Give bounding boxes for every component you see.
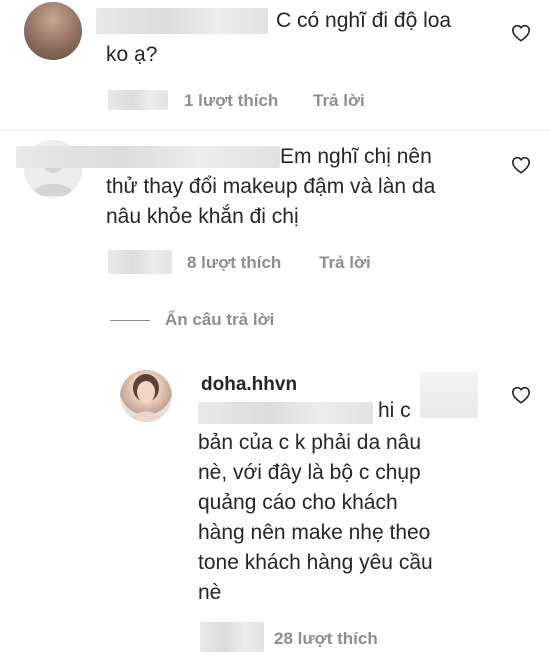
reply-button[interactable]: Trả lời	[319, 253, 371, 273]
heart-outline-icon[interactable]	[511, 24, 531, 42]
blurred-username	[96, 8, 268, 34]
reply-line: bản của c k phải da nâu	[198, 431, 422, 454]
reply-line: hàng nên make nhẹ theo	[198, 521, 431, 544]
avatar[interactable]	[120, 370, 172, 422]
reply-line: quảng cáo cho khách	[198, 491, 398, 514]
reply-button[interactable]: Trả lời	[313, 91, 365, 111]
like-count[interactable]: 1 lượt thích	[184, 91, 278, 111]
comment-text: thử thay đổi makeup đậm và làn da	[106, 175, 436, 198]
blurred-time	[200, 622, 264, 652]
username[interactable]: doha.hhvn	[201, 374, 297, 396]
reply-line: nè, với đây là bộ c chụp	[198, 461, 421, 484]
divider	[0, 130, 550, 131]
heart-outline-icon[interactable]	[511, 386, 531, 404]
like-count[interactable]: 8 lượt thích	[187, 253, 281, 273]
hide-replies-line	[110, 320, 150, 321]
blurred-mention	[198, 402, 373, 424]
reply-line: tone khách hàng yêu cầu	[198, 551, 433, 574]
comment-text: C có nghĩ đi độ loa	[276, 9, 452, 32]
blurred-text	[420, 372, 478, 418]
heart-outline-icon[interactable]	[511, 156, 531, 174]
blurred-username	[16, 146, 280, 168]
comment-text: Em nghĩ chị nên	[280, 145, 432, 168]
like-count[interactable]: 28 lượt thích	[274, 629, 378, 649]
blurred-time	[108, 90, 168, 110]
reply-line: nè	[198, 581, 222, 604]
avatar[interactable]	[24, 2, 82, 60]
profile-photo	[130, 374, 162, 422]
comment-text: nâu khỏe khắn đi chị	[106, 205, 299, 228]
mention-tail: hi c	[378, 399, 411, 422]
blurred-time	[108, 250, 172, 274]
hide-replies-label[interactable]: Ẩn câu trả lời	[165, 310, 274, 330]
comment-text: ko ạ?	[106, 43, 158, 66]
